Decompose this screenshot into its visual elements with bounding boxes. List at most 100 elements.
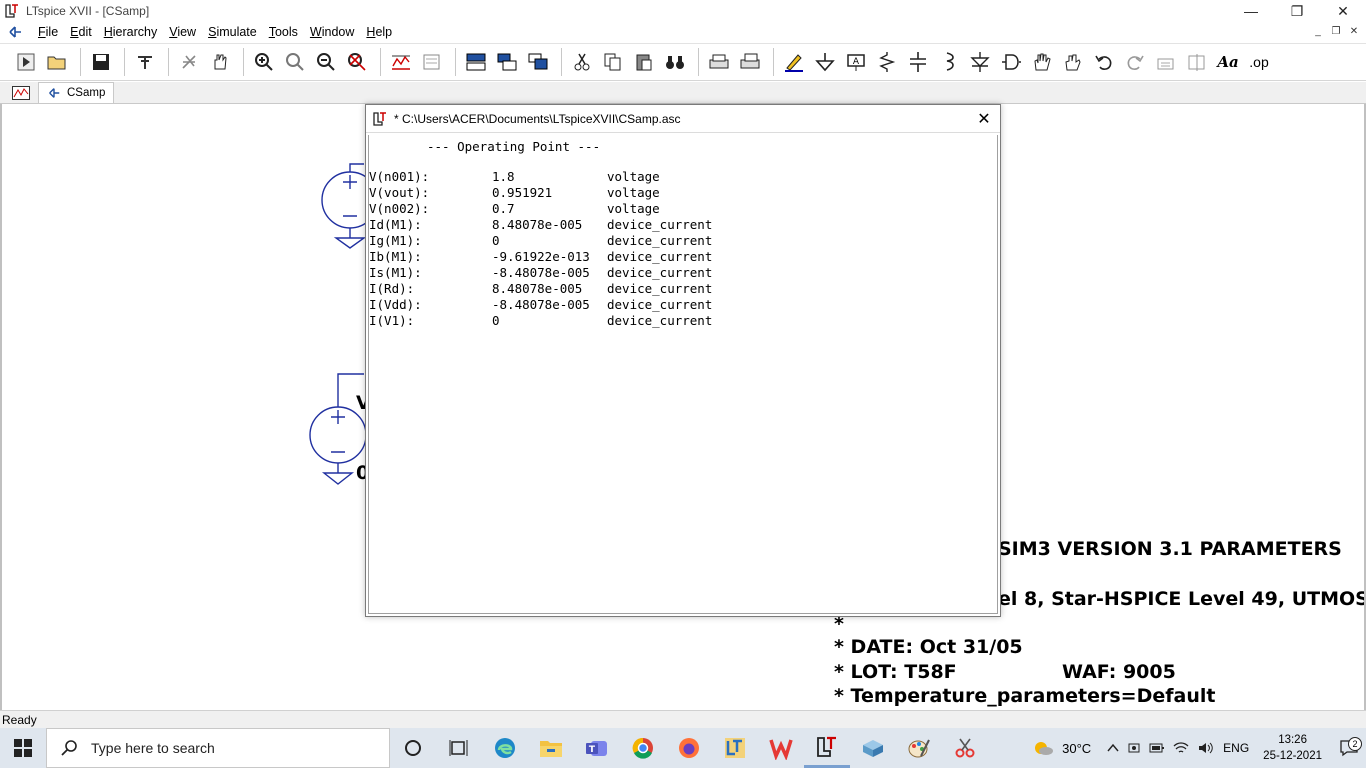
app-cube-icon[interactable] [850,728,896,768]
spice-directive-icon[interactable]: .op [1245,48,1273,76]
draw-wire-icon[interactable] [780,48,808,76]
chrome-icon[interactable] [620,728,666,768]
mdi-minimize-button[interactable]: _ [1310,24,1326,38]
close-button[interactable]: ✕ [1320,0,1366,22]
weather-temperature[interactable]: 30°C [1058,741,1095,756]
operating-point-text[interactable]: --- Operating Point --- V(n001): 1.8 volta… [368,135,998,614]
move-hand-icon[interactable] [1028,48,1056,76]
ltspice-taskbar-icon[interactable] [712,728,758,768]
clock[interactable]: 13:26 25-12-2021 [1253,732,1332,764]
paint-icon[interactable] [896,728,942,768]
svg-text:T: T [589,745,596,755]
model-line-7: * Temperature_parameters=Default [834,685,1216,707]
title-bar: LTspice XVII - [CSamp] — ❐ ✕ [0,0,1366,22]
wps-office-icon[interactable] [758,728,804,768]
print-icon[interactable] [705,48,733,76]
dialog-title-bar[interactable]: * C:\Users\ACER\Documents\LTspiceXVII\CS… [366,105,1000,133]
zoom-fit-icon[interactable] [281,48,309,76]
menu-help[interactable]: Help [360,25,398,39]
minimize-button[interactable]: — [1228,0,1274,22]
tray-chevron-up-icon[interactable] [1103,743,1123,753]
schematic-tab-icon [49,88,60,98]
firefox-icon[interactable] [666,728,712,768]
wifi-icon[interactable] [1169,741,1193,755]
component-icon[interactable] [997,48,1025,76]
menu-tools[interactable]: Tools [263,25,304,39]
cut-icon[interactable] [568,48,596,76]
diode-icon[interactable] [966,48,994,76]
ltspice-app-icon [4,3,20,19]
menu-edit[interactable]: Edit [64,25,98,39]
save-icon[interactable] [87,48,115,76]
tile-horizontal-icon[interactable] [462,48,490,76]
rotate-icon[interactable] [1152,48,1180,76]
menu-bar: File Edit Hierarchy View Simulate Tools … [0,22,1366,42]
weather-sun-icon[interactable] [1028,739,1058,757]
open-folder-icon[interactable] [43,48,71,76]
snipping-tool-icon[interactable] [942,728,988,768]
capacitor-icon[interactable] [904,48,932,76]
tile-vertical-icon[interactable] [524,48,552,76]
halt-icon[interactable] [175,48,203,76]
model-line-5: * LOT: T58F [834,661,957,683]
schematic-doc-icon[interactable] [6,23,24,41]
print-setup-icon[interactable] [736,48,764,76]
tab-bar: CSamp [0,82,1366,104]
ltspice-doc-icon [373,111,386,126]
menu-hierarchy[interactable]: Hierarchy [98,25,164,39]
menu-file[interactable]: File [32,25,64,39]
model-line-6: WAF: 9005 [1062,661,1176,683]
text-icon[interactable]: Aa [1214,48,1242,76]
mdi-restore-button[interactable]: ❐ [1328,24,1344,38]
mirror-icon[interactable] [1183,48,1211,76]
menu-simulate[interactable]: Simulate [202,25,263,39]
ltspice-active-icon[interactable] [804,728,850,768]
drag-hand-icon[interactable] [1059,48,1087,76]
label-net-icon[interactable]: A [842,48,870,76]
status-text: Ready [2,713,37,727]
svg-text:A: A [853,57,860,67]
run-icon[interactable] [12,48,40,76]
redo-icon[interactable] [1121,48,1149,76]
restore-button[interactable]: ❐ [1274,0,1320,22]
waveform-tab-icon[interactable] [4,82,38,103]
inductor-icon[interactable] [935,48,963,76]
paste-icon[interactable] [630,48,658,76]
menu-view[interactable]: View [163,25,202,39]
cortana-icon[interactable] [390,728,436,768]
notification-icon[interactable]: 2 [1332,737,1366,757]
view-icon[interactable] [418,48,446,76]
task-view-icon[interactable] [436,728,482,768]
control-panel-icon[interactable] [131,48,159,76]
taskbar: Type here to search T 30°C ENG 13:26 25-… [0,728,1366,768]
cascade-icon[interactable] [493,48,521,76]
meet-now-icon[interactable] [1123,741,1145,755]
model-line-4: * DATE: Oct 31/05 [834,636,1023,658]
undo-icon[interactable] [1090,48,1118,76]
menu-window[interactable]: Window [304,25,360,39]
find-binoculars-icon[interactable] [661,48,689,76]
teams-icon[interactable]: T [574,728,620,768]
notification-count-badge: 2 [1348,737,1362,751]
tab-csamp[interactable]: CSamp [38,82,115,103]
edge-browser-icon[interactable] [482,728,528,768]
zoom-out-icon[interactable] [312,48,340,76]
battery-icon[interactable] [1145,742,1169,754]
taskbar-search-box[interactable]: Type here to search [46,728,390,768]
mdi-close-button[interactable]: ✕ [1346,24,1362,38]
zoom-cancel-icon[interactable] [343,48,371,76]
search-icon [61,740,77,756]
status-bar: Ready [0,710,1366,729]
resistor-icon[interactable] [873,48,901,76]
language-indicator[interactable]: ENG [1219,741,1253,755]
pan-hand-icon[interactable] [206,48,234,76]
copy-icon[interactable] [599,48,627,76]
dialog-close-button[interactable]: ✕ [974,109,994,129]
zoom-in-icon[interactable] [250,48,278,76]
windows-start-icon[interactable] [0,728,46,768]
file-explorer-icon[interactable] [528,728,574,768]
operating-point-window[interactable]: * C:\Users\ACER\Documents\LTspiceXVII\CS… [365,104,1001,617]
autorange-icon[interactable] [387,48,415,76]
volume-icon[interactable] [1193,741,1219,755]
ground-icon[interactable] [811,48,839,76]
